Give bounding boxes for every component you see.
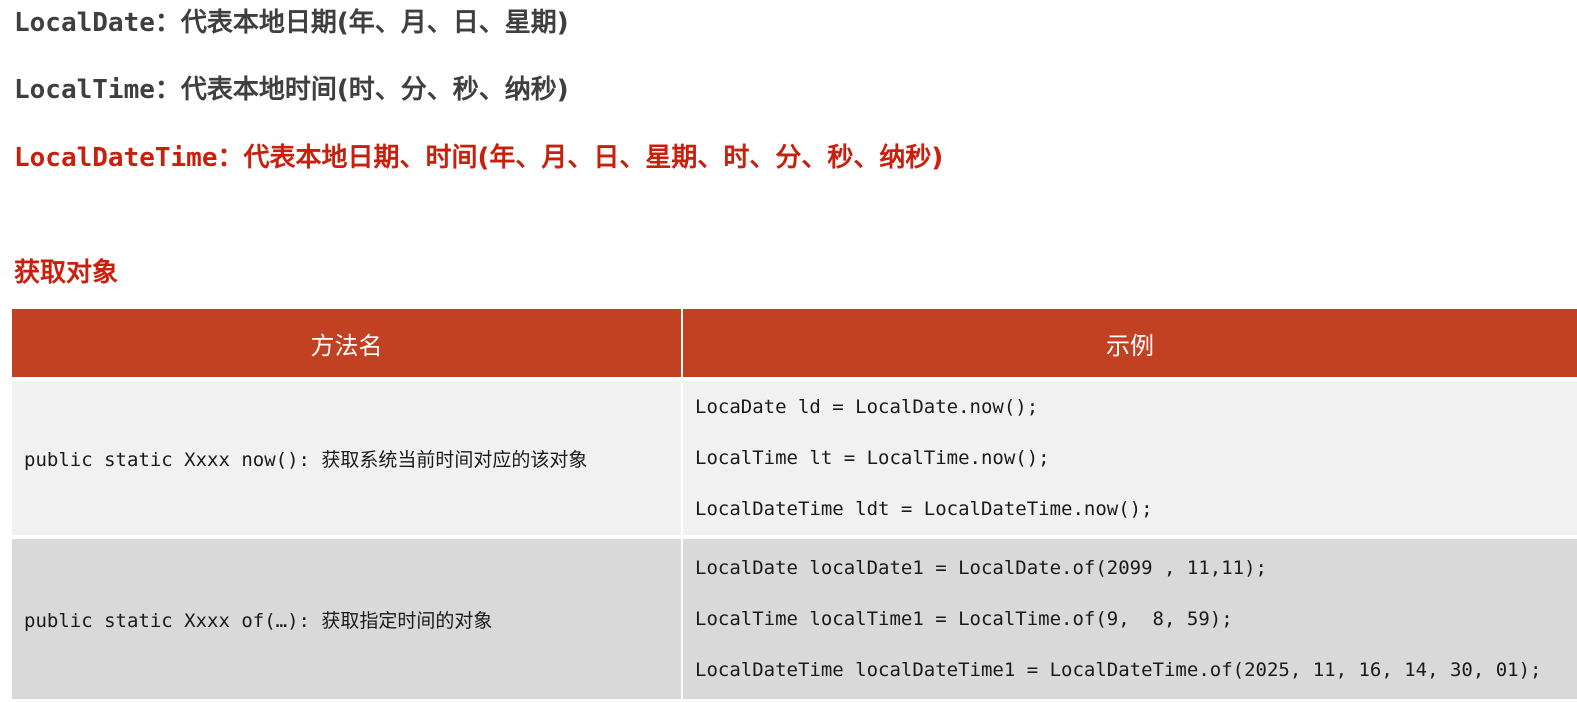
example-cell: LocalDate localDate1 = LocalDate.of(2099… <box>682 535 1577 699</box>
methods-table: 方法名 示例 public static Xxxx now(): 获取系统当前时… <box>12 309 1577 699</box>
localtime-description: LocalTime：代表本地时间(时、分、秒、纳秒) <box>14 77 569 103</box>
localtime-class-name: LocalTime <box>14 75 155 105</box>
localdatetime-desc-text: ：代表本地日期、时间(年、月、日、星期、时、分、秒、纳秒) <box>217 143 944 173</box>
localdate-desc-text: ：代表本地日期(年、月、日、星期) <box>154 8 569 38</box>
method-now-text: public static Xxxx now(): 获取系统当前时间对应的该对象 <box>24 448 588 471</box>
example-code-line: LocalDateTime ldt = LocalDateTime.now(); <box>695 497 1153 520</box>
localtime-desc-text: ：代表本地时间(时、分、秒、纳秒) <box>154 75 569 105</box>
header-method-name: 方法名 <box>12 309 683 379</box>
method-cell: public static Xxxx of(…): 获取指定时间的对象 <box>12 535 683 699</box>
method-of-text: public static Xxxx of(…): 获取指定时间的对象 <box>24 609 493 632</box>
localdatetime-class-name: LocalDateTime <box>14 143 218 173</box>
section-title: 获取对象 <box>14 258 119 288</box>
example-code-line: LocalDate localDate1 = LocalDate.of(2099… <box>695 556 1267 579</box>
example-code-line: LocalDateTime localDateTime1 = LocalDate… <box>695 658 1542 681</box>
table-header-row: 方法名 示例 <box>12 309 1577 379</box>
table-row: public static Xxxx of(…): 获取指定时间的对象 Loca… <box>12 535 1577 699</box>
table-row: public static Xxxx now(): 获取系统当前时间对应的该对象… <box>12 377 1577 537</box>
example-code-line: LocaDate ld = LocalDate.now(); <box>695 395 1039 418</box>
localdate-class-name: LocalDate <box>14 8 155 38</box>
header-example: 示例 <box>682 309 1577 379</box>
example-code-line: LocalTime lt = LocalTime.now(); <box>695 446 1050 469</box>
example-cell: LocaDate ld = LocalDate.now(); LocalTime… <box>682 377 1577 537</box>
localdate-description: LocalDate：代表本地日期(年、月、日、星期) <box>14 10 569 36</box>
example-code-line: LocalTime localTime1 = LocalTime.of(9, 8… <box>695 607 1233 630</box>
method-cell: public static Xxxx now(): 获取系统当前时间对应的该对象 <box>12 377 683 537</box>
localdatetime-description: LocalDateTime：代表本地日期、时间(年、月、日、星期、时、分、秒、纳… <box>14 145 943 171</box>
